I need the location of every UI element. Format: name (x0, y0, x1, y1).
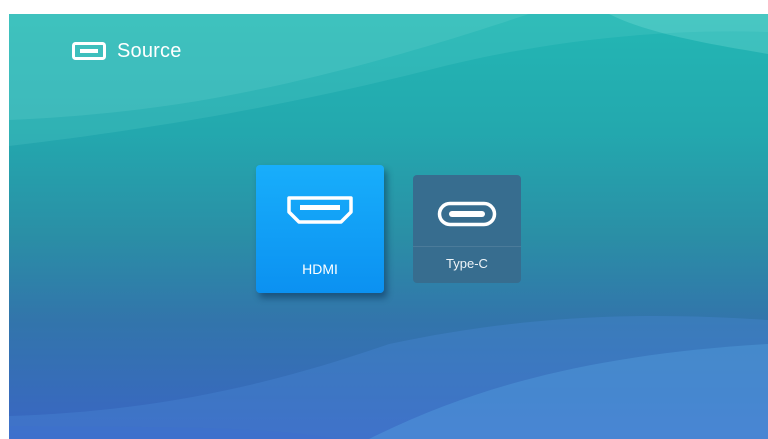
usb-type-c-port-icon (437, 201, 497, 227)
source-label-hdmi: HDMI (302, 261, 338, 277)
page-header: Source (72, 39, 182, 63)
source-tile-hdmi[interactable]: HDMI (256, 165, 384, 293)
source-label-type-c: Type-C (446, 256, 488, 271)
background-waves (9, 14, 768, 439)
hdmi-port-icon (287, 196, 353, 224)
input-source-icon (72, 42, 106, 60)
source-screen: Source HDMI Type-C (9, 14, 768, 439)
page-title: Source (117, 40, 182, 62)
source-tile-type-c[interactable]: Type-C (413, 175, 521, 283)
